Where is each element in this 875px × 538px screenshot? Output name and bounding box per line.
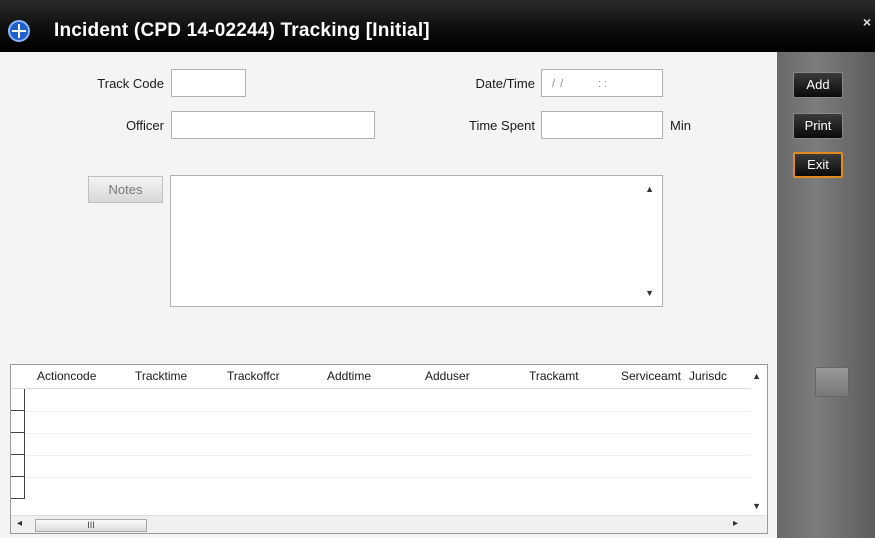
close-icon[interactable]: × xyxy=(863,14,871,30)
scroll-up-icon[interactable]: ▲ xyxy=(752,371,761,381)
column-header-trackoffcr[interactable]: Trackoffcr xyxy=(227,369,280,383)
add-button-label: Add xyxy=(806,77,830,92)
scroll-left-icon[interactable]: ◂ xyxy=(17,518,22,529)
time-spent-label: Time Spent xyxy=(469,118,535,133)
time-spent-unit: Min xyxy=(670,118,691,133)
exit-button-label: Exit xyxy=(807,157,829,172)
datetime-time-mask: : : xyxy=(598,78,608,90)
notes-textarea[interactable]: ▲ ▼ xyxy=(170,175,663,307)
row-divider xyxy=(25,433,751,434)
scroll-right-icon[interactable]: ▸ xyxy=(733,518,738,529)
track-code-label: Track Code xyxy=(97,76,164,91)
notes-button[interactable]: Notes xyxy=(88,176,163,203)
scroll-up-icon[interactable]: ▲ xyxy=(645,184,654,194)
scroll-down-icon[interactable]: ▼ xyxy=(645,288,654,298)
column-header-serviceamt[interactable]: Serviceamt xyxy=(621,369,681,383)
column-header-trackamt[interactable]: Trackamt xyxy=(529,369,579,383)
row-divider xyxy=(25,477,751,478)
datetime-label: Date/Time xyxy=(475,76,535,91)
row-divider xyxy=(25,455,751,456)
officer-field[interactable] xyxy=(171,111,375,139)
side-action-button[interactable] xyxy=(815,367,849,397)
notes-button-label: Notes xyxy=(108,182,143,197)
column-header-tracktime[interactable]: Tracktime xyxy=(135,369,187,383)
officer-label: Officer xyxy=(125,118,164,133)
exit-button[interactable]: Exit xyxy=(793,152,843,178)
title-bar: Incident (CPD 14-02244) Tracking [Initia… xyxy=(0,0,875,52)
window-title: Incident (CPD 14-02244) Tracking [Initia… xyxy=(54,20,430,41)
time-spent-field[interactable] xyxy=(541,111,663,139)
grid-header: Actioncode Tracktime Trackoffcr Addtime … xyxy=(11,365,751,389)
tracking-grid[interactable]: Actioncode Tracktime Trackoffcr Addtime … xyxy=(10,364,768,534)
app-crosshair-icon[interactable] xyxy=(8,20,30,42)
scrollbar-thumb[interactable]: III xyxy=(35,519,147,532)
print-button[interactable]: Print xyxy=(793,113,843,139)
horizontal-scrollbar[interactable]: ◂ III ▸ xyxy=(11,515,767,533)
row-divider xyxy=(25,411,751,412)
add-button[interactable]: Add xyxy=(793,72,843,98)
column-header-actioncode[interactable]: Actioncode xyxy=(37,369,96,383)
print-button-label: Print xyxy=(804,118,832,133)
column-header-jurisdc[interactable]: Jurisdc xyxy=(689,369,727,383)
row-marker[interactable] xyxy=(11,477,25,499)
scroll-down-icon[interactable]: ▼ xyxy=(752,501,761,511)
column-header-adduser[interactable]: Adduser xyxy=(425,369,470,383)
row-marker[interactable] xyxy=(11,455,25,477)
row-marker[interactable] xyxy=(11,411,25,433)
row-marker[interactable] xyxy=(11,389,25,411)
column-header-addtime[interactable]: Addtime xyxy=(327,369,371,383)
track-code-field[interactable] xyxy=(171,69,246,97)
row-marker[interactable] xyxy=(11,433,25,455)
datetime-date-mask: / / xyxy=(552,78,565,90)
